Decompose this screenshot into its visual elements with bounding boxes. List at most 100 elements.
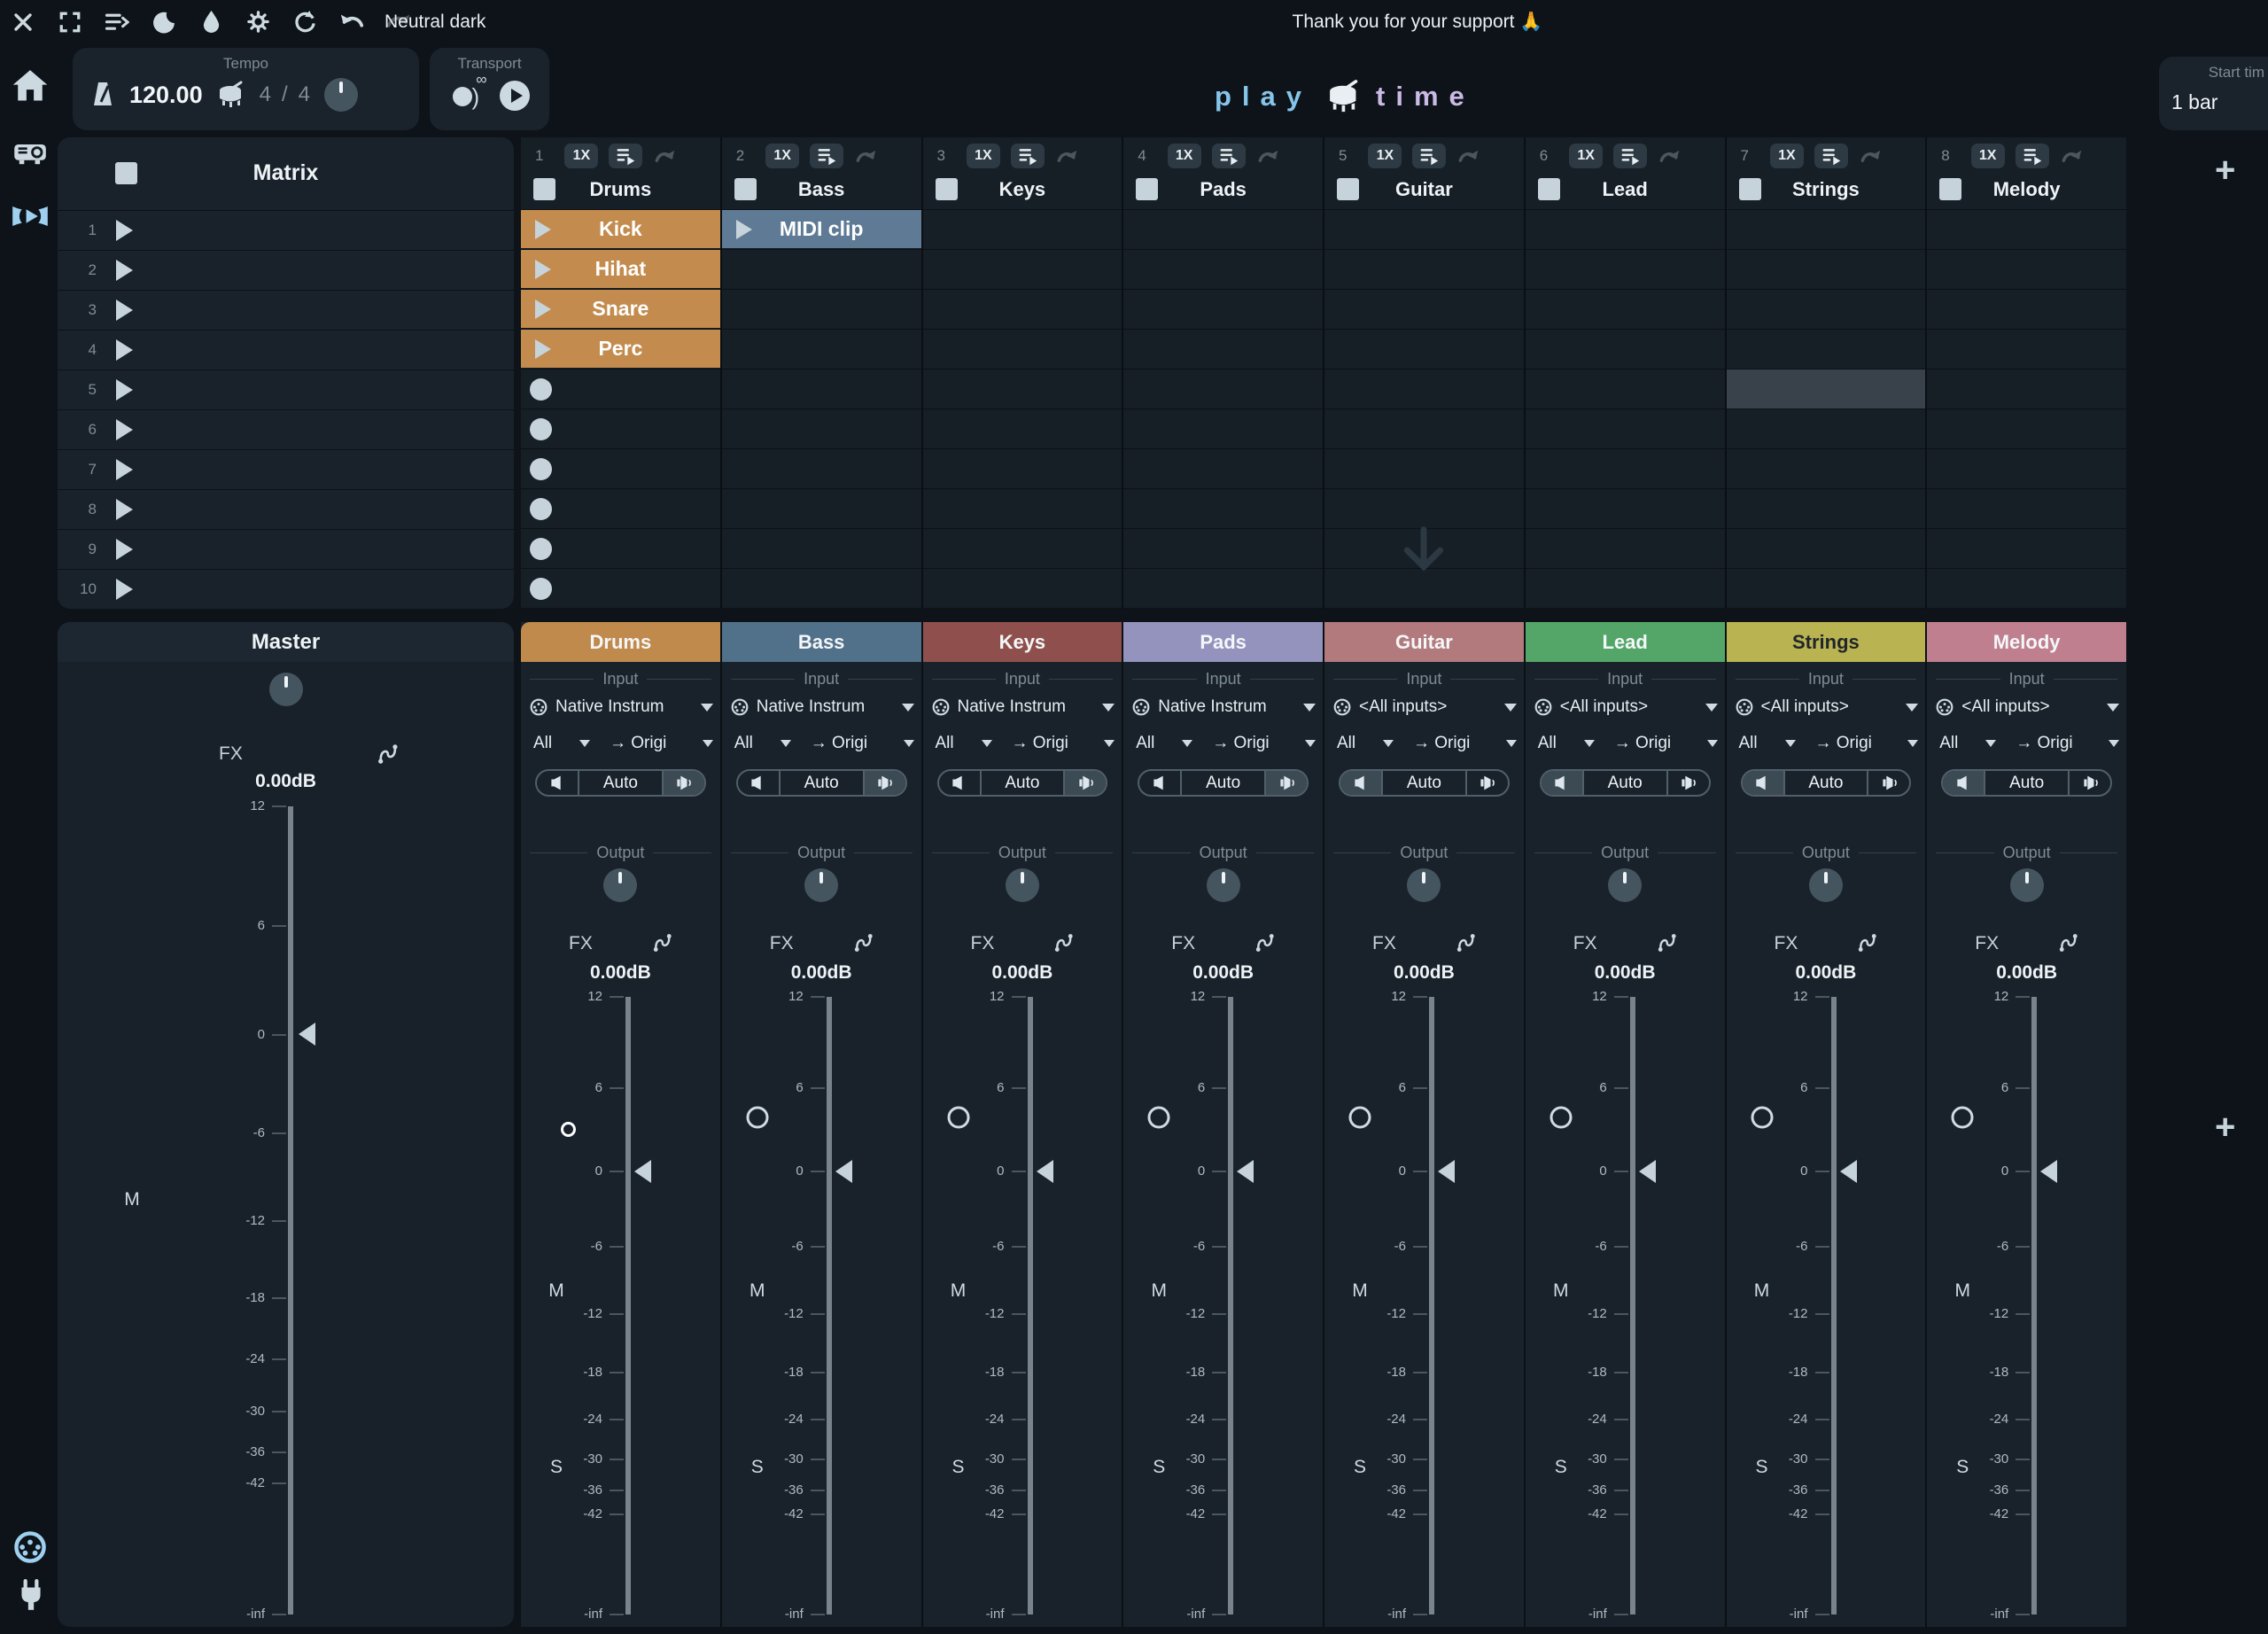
clip-slot[interactable]: [1123, 449, 1323, 489]
monitor-on-button[interactable]: [1867, 771, 1909, 795]
chevron-down-icon[interactable]: [1383, 740, 1394, 747]
queue-icon[interactable]: [105, 10, 129, 35]
midi-connector-icon[interactable]: [12, 1529, 48, 1565]
mixer-track-name[interactable]: Bass: [722, 622, 921, 662]
clip-play-button[interactable]: [535, 300, 551, 319]
clip-slot[interactable]: Perc: [521, 330, 720, 370]
clip-slot[interactable]: [1927, 330, 2126, 370]
clip-repeat-button[interactable]: 1X: [564, 144, 598, 168]
record-arm-button[interactable]: [746, 1106, 768, 1128]
clip[interactable]: Snare: [521, 290, 720, 328]
undo-icon[interactable]: [339, 10, 364, 35]
clip-slot[interactable]: [923, 489, 1122, 529]
scene-play-button[interactable]: [116, 419, 133, 440]
clip-slot[interactable]: [1123, 250, 1323, 290]
fader-handle[interactable]: [1438, 1160, 1455, 1183]
transport-play-button[interactable]: [500, 81, 530, 111]
clip-slot[interactable]: [1123, 489, 1323, 529]
fx-button[interactable]: FX: [569, 933, 593, 954]
clip-slot[interactable]: [722, 409, 921, 449]
chevron-down-icon[interactable]: [1584, 740, 1595, 747]
clip-slot[interactable]: [1727, 529, 1926, 569]
gain-value[interactable]: 0.00dB: [1526, 962, 1725, 984]
clip-slot[interactable]: [1927, 529, 2126, 569]
clip[interactable]: MIDI clip: [722, 210, 921, 248]
monitor-on-button[interactable]: [2068, 771, 2110, 795]
clip-slot[interactable]: [923, 370, 1122, 409]
output-knob[interactable]: [1407, 868, 1441, 902]
fader-handle[interactable]: [2040, 1160, 2057, 1183]
record-arm-button[interactable]: [1751, 1106, 1773, 1128]
empty-slot-record-dot[interactable]: [530, 378, 552, 401]
monitor-auto-button[interactable]: Auto: [1985, 771, 2068, 795]
output-knob[interactable]: [2010, 868, 2044, 902]
monitor-on-button[interactable]: [1465, 771, 1508, 795]
mixer-track-name[interactable]: Drums: [521, 622, 720, 662]
clip-slot[interactable]: [1526, 210, 1725, 250]
clip-slot[interactable]: [923, 569, 1122, 609]
clip-slot[interactable]: [521, 370, 720, 409]
metronome-icon[interactable]: [89, 81, 117, 109]
clip-slot[interactable]: Hihat: [521, 250, 720, 290]
cable-icon[interactable]: [1455, 932, 1478, 955]
channel-filter-value[interactable]: All: [1538, 734, 1584, 753]
clip-slot[interactable]: [1324, 409, 1524, 449]
gain-value[interactable]: 0.00dB: [722, 962, 921, 984]
empty-slot-record-dot[interactable]: [530, 578, 552, 600]
record-arm-button[interactable]: [1148, 1106, 1170, 1128]
clip-slot[interactable]: [521, 489, 720, 529]
destination-value[interactable]: → Origi: [1212, 734, 1301, 753]
mute-button[interactable]: M: [951, 1280, 967, 1302]
redo-dim-icon[interactable]: [854, 144, 877, 167]
count-in-icon[interactable]: ) ∞: [450, 78, 485, 113]
master-output-knob[interactable]: [269, 673, 303, 706]
clip-slot[interactable]: Snare: [521, 290, 720, 330]
channel-filter-value[interactable]: All: [1337, 734, 1383, 753]
scene-play-button[interactable]: [116, 499, 133, 520]
monitor-off-button[interactable]: [537, 771, 579, 795]
monitor-off-button[interactable]: [939, 771, 982, 795]
fader-handle[interactable]: [1037, 1160, 1053, 1183]
fx-button[interactable]: FX: [1975, 933, 1999, 954]
input-device-dropdown[interactable]: <All inputs>: [1936, 695, 2119, 720]
clip-repeat-button[interactable]: 1X: [1569, 144, 1603, 168]
clip-slot[interactable]: [1727, 210, 1926, 250]
clip-slot[interactable]: [1727, 449, 1926, 489]
chevron-down-icon[interactable]: [579, 740, 590, 747]
refresh-icon[interactable]: [292, 10, 317, 35]
redo-dim-icon[interactable]: [1055, 144, 1078, 167]
clip-slot[interactable]: [1526, 569, 1725, 609]
clip-repeat-button[interactable]: 1X: [765, 144, 799, 168]
track-name[interactable]: Drums: [521, 178, 720, 201]
mute-button[interactable]: M: [1352, 1280, 1368, 1302]
add-track-button[interactable]: +: [2215, 152, 2235, 188]
tempo-knob[interactable]: [324, 78, 358, 112]
clip-slot[interactable]: [1927, 489, 2126, 529]
clip-slot[interactable]: [722, 370, 921, 409]
monitor-auto-button[interactable]: Auto: [1383, 771, 1465, 795]
output-knob[interactable]: [603, 868, 637, 902]
cable-icon[interactable]: [1052, 932, 1076, 955]
clip-slot[interactable]: [521, 529, 720, 569]
fader-handle[interactable]: [835, 1160, 852, 1183]
destination-value[interactable]: → Origi: [1815, 734, 1905, 753]
monitor-off-button[interactable]: [1743, 771, 1785, 795]
chevron-down-icon[interactable]: [1305, 740, 1316, 747]
empty-slot-record-dot[interactable]: [530, 538, 552, 560]
clip-play-button[interactable]: [736, 220, 752, 239]
clip-slot[interactable]: [722, 569, 921, 609]
mute-button[interactable]: M: [1754, 1280, 1770, 1302]
chevron-down-icon[interactable]: [1985, 740, 1996, 747]
add-track-mixer-button[interactable]: +: [2215, 1109, 2235, 1145]
scene-play-button[interactable]: [116, 260, 133, 281]
track-name[interactable]: Bass: [722, 178, 921, 201]
home-icon[interactable]: [11, 66, 50, 105]
channel-filter-value[interactable]: All: [1136, 734, 1182, 753]
destination-value[interactable]: → Origi: [1012, 734, 1101, 753]
clip-slot[interactable]: [1727, 409, 1926, 449]
clip-slot[interactable]: [923, 449, 1122, 489]
scene-play-button[interactable]: [116, 459, 133, 480]
clip-slot[interactable]: [1927, 210, 2126, 250]
clip-slot[interactable]: [1927, 409, 2126, 449]
redo-dim-icon[interactable]: [1256, 144, 1279, 167]
